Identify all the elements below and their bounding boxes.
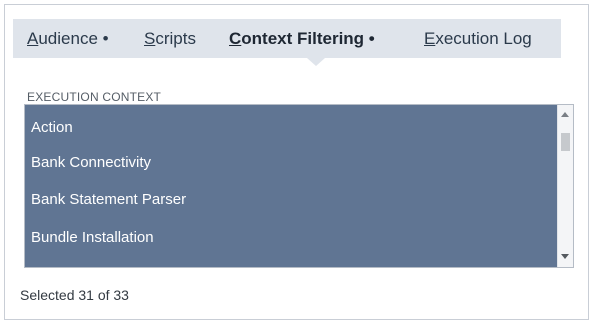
- execution-context-options: Action Bank Connectivity Bank Statement …: [25, 105, 557, 267]
- list-item[interactable]: Bank Connectivity: [31, 152, 151, 174]
- tab-scripts[interactable]: Scripts: [144, 28, 196, 50]
- tab-audience[interactable]: Audience •: [27, 28, 109, 50]
- selection-count: Selected 31 of 33: [20, 287, 129, 303]
- scroll-down-arrow-icon[interactable]: [561, 254, 569, 259]
- list-item[interactable]: Bundle Installation: [31, 227, 154, 249]
- execution-context-label: EXECUTION CONTEXT: [27, 90, 162, 104]
- scroll-thumb[interactable]: [561, 133, 570, 151]
- tab-bar: Audience • Scripts Context Filtering • E…: [13, 19, 561, 58]
- tab-execution-log[interactable]: Execution Log: [424, 28, 532, 50]
- active-tab-indicator: [307, 58, 325, 66]
- list-item[interactable]: Bank Statement Parser: [31, 189, 186, 211]
- execution-context-listbox[interactable]: Action Bank Connectivity Bank Statement …: [24, 104, 574, 268]
- list-item[interactable]: Action: [31, 117, 73, 139]
- tab-context-filtering[interactable]: Context Filtering •: [229, 28, 375, 50]
- listbox-scrollbar[interactable]: [557, 105, 573, 267]
- scroll-up-arrow-icon[interactable]: [561, 112, 569, 117]
